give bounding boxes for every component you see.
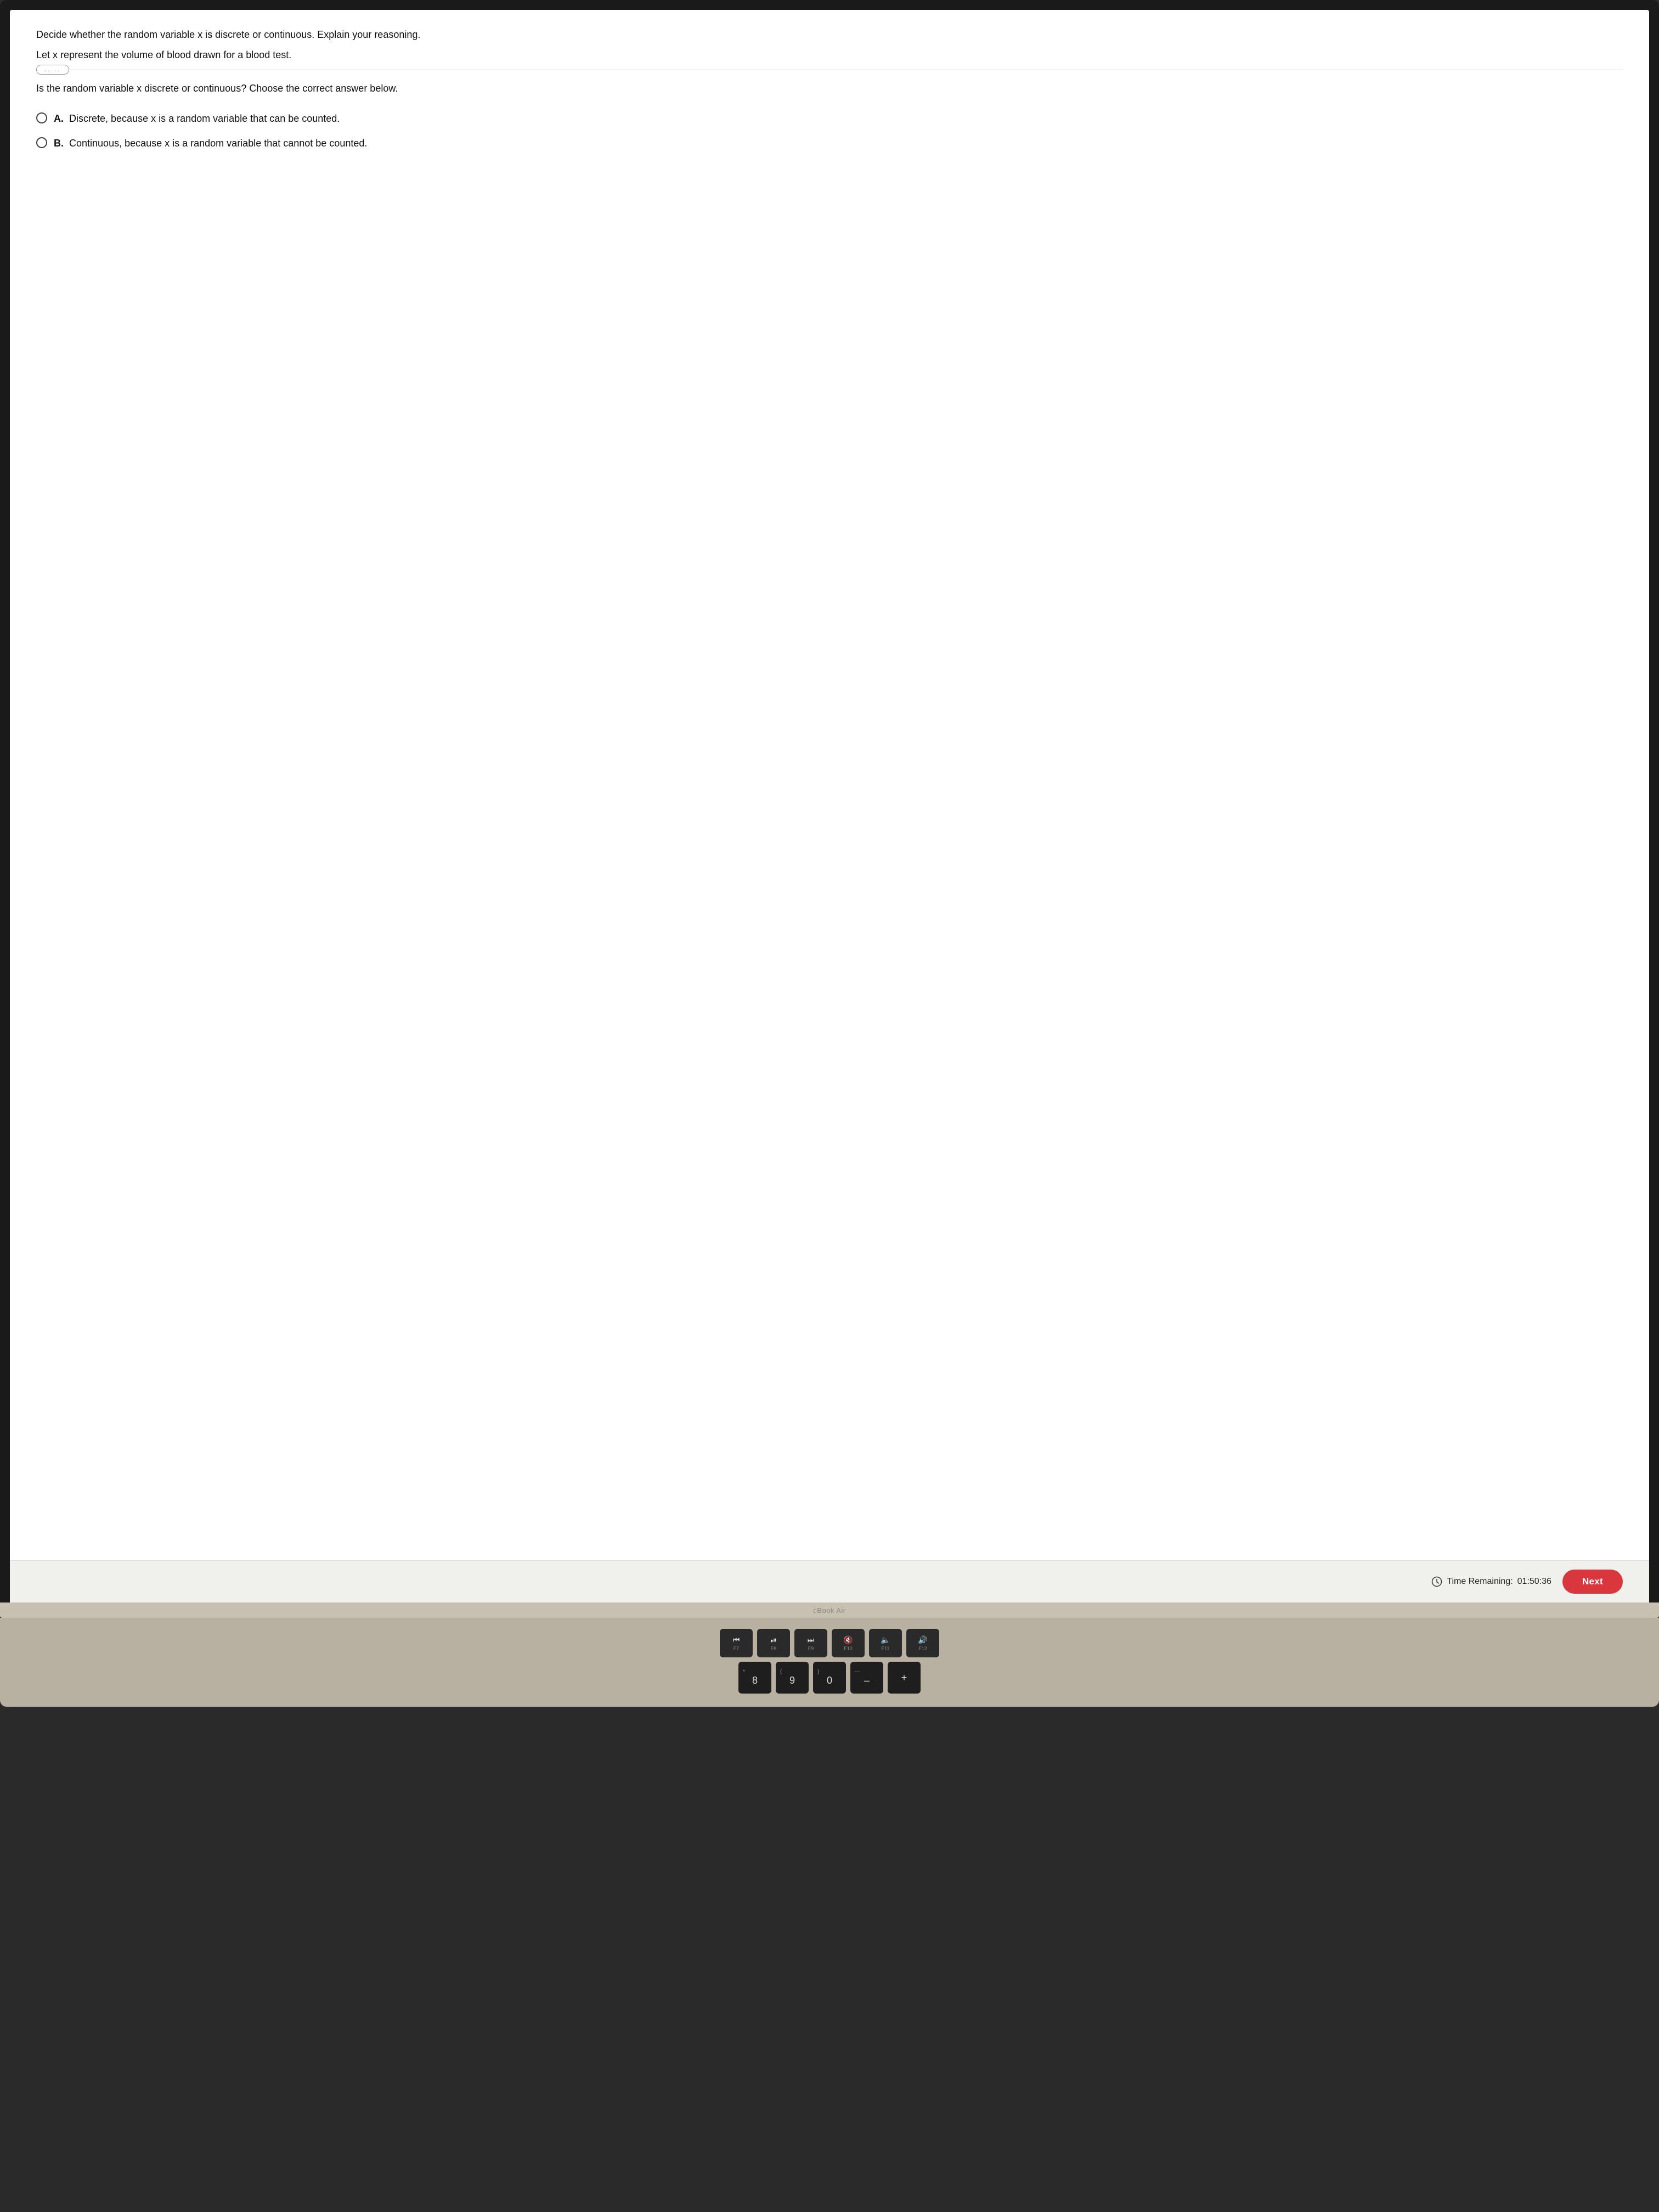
f11-label: F11: [882, 1646, 890, 1651]
key-f10[interactable]: 🔇 F10: [832, 1629, 865, 1657]
key-0-top: ): [817, 1669, 819, 1675]
laptop-chin: cBook Air: [0, 1602, 1659, 1618]
option-b-text: B. Continuous, because x is a random var…: [54, 136, 367, 151]
key-8-bottom: 8: [752, 1675, 758, 1686]
clock-icon: [1431, 1576, 1442, 1587]
option-a[interactable]: A. Discrete, because x is a random varia…: [36, 111, 1623, 126]
option-a-text: A. Discrete, because x is a random varia…: [54, 111, 340, 126]
instruction-text: Decide whether the random variable x is …: [36, 27, 1623, 42]
f7-label: F7: [733, 1646, 740, 1651]
option-a-content: Discrete, because x is a random variable…: [69, 113, 340, 124]
key-plus-bottom: +: [901, 1672, 907, 1684]
key-minus[interactable]: — –: [850, 1662, 883, 1694]
time-remaining-container: Time Remaining: 01:50:36: [1431, 1576, 1551, 1587]
key-minus-bottom: –: [864, 1675, 870, 1686]
playpause-icon: ⏯: [770, 1635, 776, 1645]
radio-b[interactable]: [36, 137, 47, 148]
next-button[interactable]: Next: [1562, 1570, 1623, 1594]
key-f9[interactable]: ⏭ F9: [794, 1629, 827, 1657]
keyboard-area: ⏮ F7 ⏯ F8 ⏭ F9 🔇 F10 🔈 F11 🔊 F12 * 8: [0, 1618, 1659, 1707]
divider-dots: .....: [36, 65, 69, 75]
option-b[interactable]: B. Continuous, because x is a random var…: [36, 136, 1623, 151]
fn-key-row: ⏮ F7 ⏯ F8 ⏭ F9 🔇 F10 🔈 F11 🔊 F12: [13, 1629, 1646, 1657]
option-b-content: Continuous, because x is a random variab…: [69, 138, 367, 149]
key-0[interactable]: ) 0: [813, 1662, 846, 1694]
f8-label: F8: [771, 1646, 777, 1651]
num-key-row: * 8 ( 9 ) 0 — – +: [13, 1662, 1646, 1694]
key-9-top: (: [780, 1669, 782, 1675]
setup-text: Let x represent the volume of blood draw…: [36, 48, 1623, 63]
rewind-icon: ⏮: [733, 1635, 740, 1645]
fastforward-icon: ⏭: [808, 1635, 815, 1645]
content-area: Decide whether the random variable x is …: [10, 10, 1649, 1560]
f12-label: F12: [918, 1646, 927, 1651]
time-label: Time Remaining:: [1447, 1577, 1513, 1587]
key-f12[interactable]: 🔊 F12: [906, 1629, 939, 1657]
f9-label: F9: [808, 1646, 814, 1651]
mute-icon: 🔇: [843, 1635, 853, 1645]
vol-up-icon: 🔊: [918, 1635, 927, 1645]
key-9-bottom: 9: [789, 1675, 795, 1686]
f10-label: F10: [844, 1646, 853, 1651]
question-prompt: Is the random variable x discrete or con…: [36, 81, 1623, 96]
key-8-top: *: [743, 1669, 745, 1675]
key-minus-top: —: [855, 1669, 860, 1675]
key-plus[interactable]: +: [888, 1662, 921, 1694]
vol-down-icon: 🔈: [881, 1635, 890, 1645]
laptop-bezel: Decide whether the random variable x is …: [0, 0, 1659, 1602]
key-8[interactable]: * 8: [738, 1662, 771, 1694]
divider: .....: [36, 65, 1623, 75]
time-value: 01:50:36: [1517, 1577, 1551, 1587]
laptop-brand-label: cBook Air: [813, 1606, 845, 1615]
option-a-label: A.: [54, 113, 64, 124]
key-f8[interactable]: ⏯ F8: [757, 1629, 790, 1657]
key-0-bottom: 0: [827, 1675, 832, 1686]
key-9[interactable]: ( 9: [776, 1662, 809, 1694]
option-b-label: B.: [54, 138, 64, 149]
bottom-bar: Time Remaining: 01:50:36 Next: [10, 1560, 1649, 1602]
screen: Decide whether the random variable x is …: [10, 10, 1649, 1602]
key-f11[interactable]: 🔈 F11: [869, 1629, 902, 1657]
key-f7[interactable]: ⏮ F7: [720, 1629, 753, 1657]
radio-a[interactable]: [36, 112, 47, 123]
